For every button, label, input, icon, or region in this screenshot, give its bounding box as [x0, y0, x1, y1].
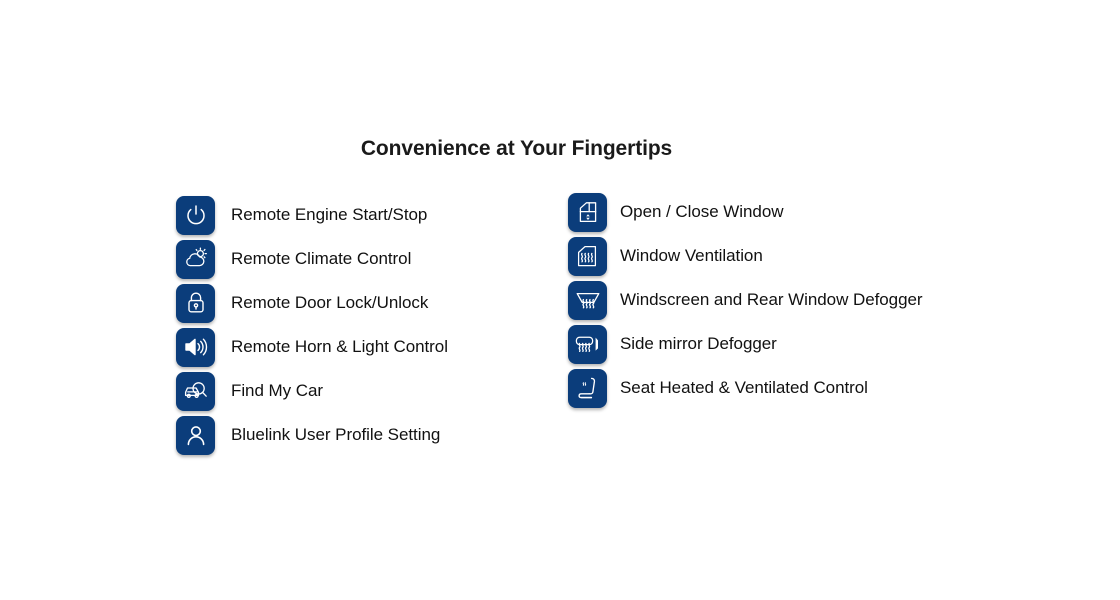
- windscreen-defogger-icon: [568, 280, 607, 320]
- feature-list-left: Remote Engine Start/Stop Remote Climate …: [176, 193, 448, 457]
- feature-item-seat-heated-ventilated-control[interactable]: Seat Heated & Ventilated Control: [568, 366, 923, 410]
- feature-item-remote-climate-control[interactable]: Remote Climate Control: [176, 237, 448, 281]
- feature-item-remote-horn-light-control[interactable]: Remote Horn & Light Control: [176, 325, 448, 369]
- feature-label: Remote Climate Control: [231, 249, 412, 268]
- feature-item-open-close-window[interactable]: Open / Close Window: [568, 190, 923, 234]
- feature-label: Remote Door Lock/Unlock: [231, 293, 429, 312]
- feature-item-windscreen-rear-window-defogger[interactable]: Windscreen and Rear Window Defogger: [568, 278, 923, 322]
- feature-label: Windscreen and Rear Window Defogger: [620, 290, 923, 309]
- cloud-sun-icon: [176, 239, 215, 279]
- feature-item-bluelink-user-profile-setting[interactable]: Bluelink User Profile Setting: [176, 413, 448, 457]
- feature-label: Remote Horn & Light Control: [231, 337, 448, 356]
- feature-label: Window Ventilation: [620, 246, 763, 265]
- feature-item-remote-engine-start-stop[interactable]: Remote Engine Start/Stop: [176, 193, 448, 237]
- feature-label: Remote Engine Start/Stop: [231, 205, 428, 224]
- power-icon: [176, 195, 215, 235]
- window-ventilation-icon: [568, 236, 607, 276]
- feature-label: Open / Close Window: [620, 202, 784, 221]
- side-mirror-defogger-icon: [568, 324, 607, 364]
- seat-heat-vent-icon: [568, 368, 607, 408]
- page-title: Convenience at Your Fingertips: [360, 137, 673, 160]
- feature-item-find-my-car[interactable]: Find My Car: [176, 369, 448, 413]
- feature-label: Bluelink User Profile Setting: [231, 425, 441, 444]
- user-profile-icon: [176, 415, 215, 455]
- feature-item-remote-door-lock-unlock[interactable]: Remote Door Lock/Unlock: [176, 281, 448, 325]
- feature-list-right: Open / Close Window Window Ventilation W…: [568, 190, 923, 410]
- feature-label: Side mirror Defogger: [620, 334, 777, 353]
- feature-label: Seat Heated & Ventilated Control: [620, 378, 868, 397]
- car-search-icon: [176, 371, 215, 411]
- lock-icon: [176, 283, 215, 323]
- window-open-close-icon: [568, 192, 607, 232]
- feature-item-side-mirror-defogger[interactable]: Side mirror Defogger: [568, 322, 923, 366]
- feature-label: Find My Car: [231, 381, 324, 400]
- horn-speaker-icon: [176, 327, 215, 367]
- feature-item-window-ventilation[interactable]: Window Ventilation: [568, 234, 923, 278]
- feature-panel: Convenience at Your Fingertips Remote En…: [0, 0, 1120, 600]
